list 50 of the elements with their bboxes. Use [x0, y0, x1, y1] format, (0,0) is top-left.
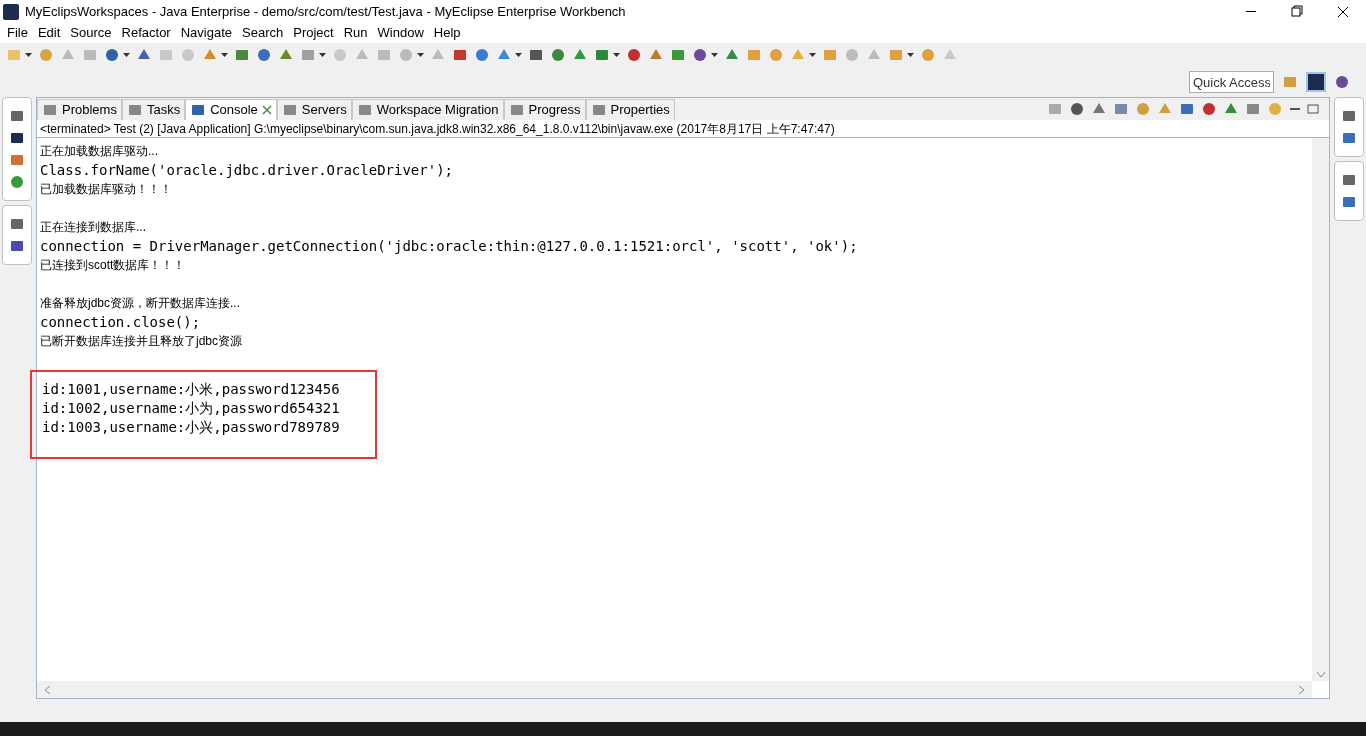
caret-icon[interactable] [515, 53, 522, 57]
caret-icon[interactable] [221, 53, 228, 57]
view-tab[interactable]: Workspace Migration [351, 99, 504, 120]
console-message-line: 已连接到scott数据库！！！ [40, 257, 187, 274]
menu-item[interactable]: Run [338, 23, 373, 43]
console-message-line: 准备释放jdbc资源，断开数据库连接... [40, 295, 241, 312]
menu-item[interactable]: Refactor [116, 23, 176, 43]
menu-item[interactable]: Window [372, 23, 429, 43]
console-code-line: connection.close(); [40, 313, 202, 332]
view-tab[interactable]: Progress [503, 99, 586, 120]
view-tab[interactable]: Properties [585, 99, 675, 120]
view-tab[interactable]: Console [185, 99, 277, 120]
scroll-down-icon[interactable] [1316, 672, 1325, 677]
console-code-line: id:1003,username:小兴,password789789 [42, 418, 341, 437]
menu-item[interactable]: Project [288, 23, 339, 43]
console-message-line: 已加载数据库驱动！！！ [40, 181, 173, 198]
window-title: MyEclipsWorkspaces - Java Enterprise - demo/src/com/test/Test.java - MyEclipse Enterprise Workbench [25, 2, 626, 21]
caret-icon[interactable] [613, 53, 620, 57]
caret-icon[interactable] [417, 53, 424, 57]
horizontal-scrollbar[interactable] [37, 681, 1312, 698]
view-tab[interactable]: Tasks [121, 99, 186, 120]
app-logo-icon [3, 3, 19, 20]
scroll-left-icon[interactable] [45, 685, 50, 694]
scroll-right-icon[interactable] [1299, 685, 1304, 694]
view-tab[interactable]: Servers [276, 99, 352, 120]
menu-item[interactable]: Source [65, 23, 117, 43]
menu-item[interactable]: File [2, 23, 33, 43]
console-message-line: 已断开数据库连接并且释放了jdbc资源 [40, 333, 243, 350]
caret-icon[interactable] [319, 53, 326, 57]
console-message-line: 正在连接到数据库... [40, 219, 147, 236]
maximize-icon[interactable] [1307, 104, 1319, 114]
menu-item[interactable]: Edit [32, 23, 66, 43]
caret-icon[interactable] [711, 53, 718, 57]
console-message-line: 正在加载数据库驱动... [40, 143, 159, 160]
menu-item[interactable]: Help [428, 23, 466, 43]
console-code-line: id:1001,username:小米,password123456 [42, 380, 341, 399]
minimize-icon[interactable] [1289, 105, 1301, 113]
quick-access-field[interactable]: Quick Access [1189, 71, 1274, 93]
console-code-line: connection = DriverManager.getConnection('jdbc:oracle:thin:@127.0.0.1:1521:orcl', 'scott', 'ok'); [40, 237, 859, 256]
menu-item[interactable]: Navigate [175, 23, 237, 43]
vertical-scrollbar[interactable] [1312, 138, 1329, 681]
console-code-line: id:1002,username:小为,password654321 [42, 399, 341, 418]
menu-item[interactable]: Search [237, 23, 289, 43]
console-status: <terminated> Test (2) [Java Application] G:\myeclipse\binary\com.sun.java.jdk8.win32.x86_64_1.8.0.v112\bin\javaw.exe (2017年8月17日 上午7:47:47) [37, 120, 1329, 138]
console-code-line: Class.forName('oracle.jdbc.driver.OracleDriver'); [40, 161, 454, 180]
caret-icon[interactable] [123, 53, 130, 57]
caret-icon[interactable] [809, 53, 816, 57]
view-tab[interactable]: Problems [37, 99, 122, 120]
caret-icon[interactable] [907, 53, 914, 57]
caret-icon[interactable] [25, 53, 32, 57]
